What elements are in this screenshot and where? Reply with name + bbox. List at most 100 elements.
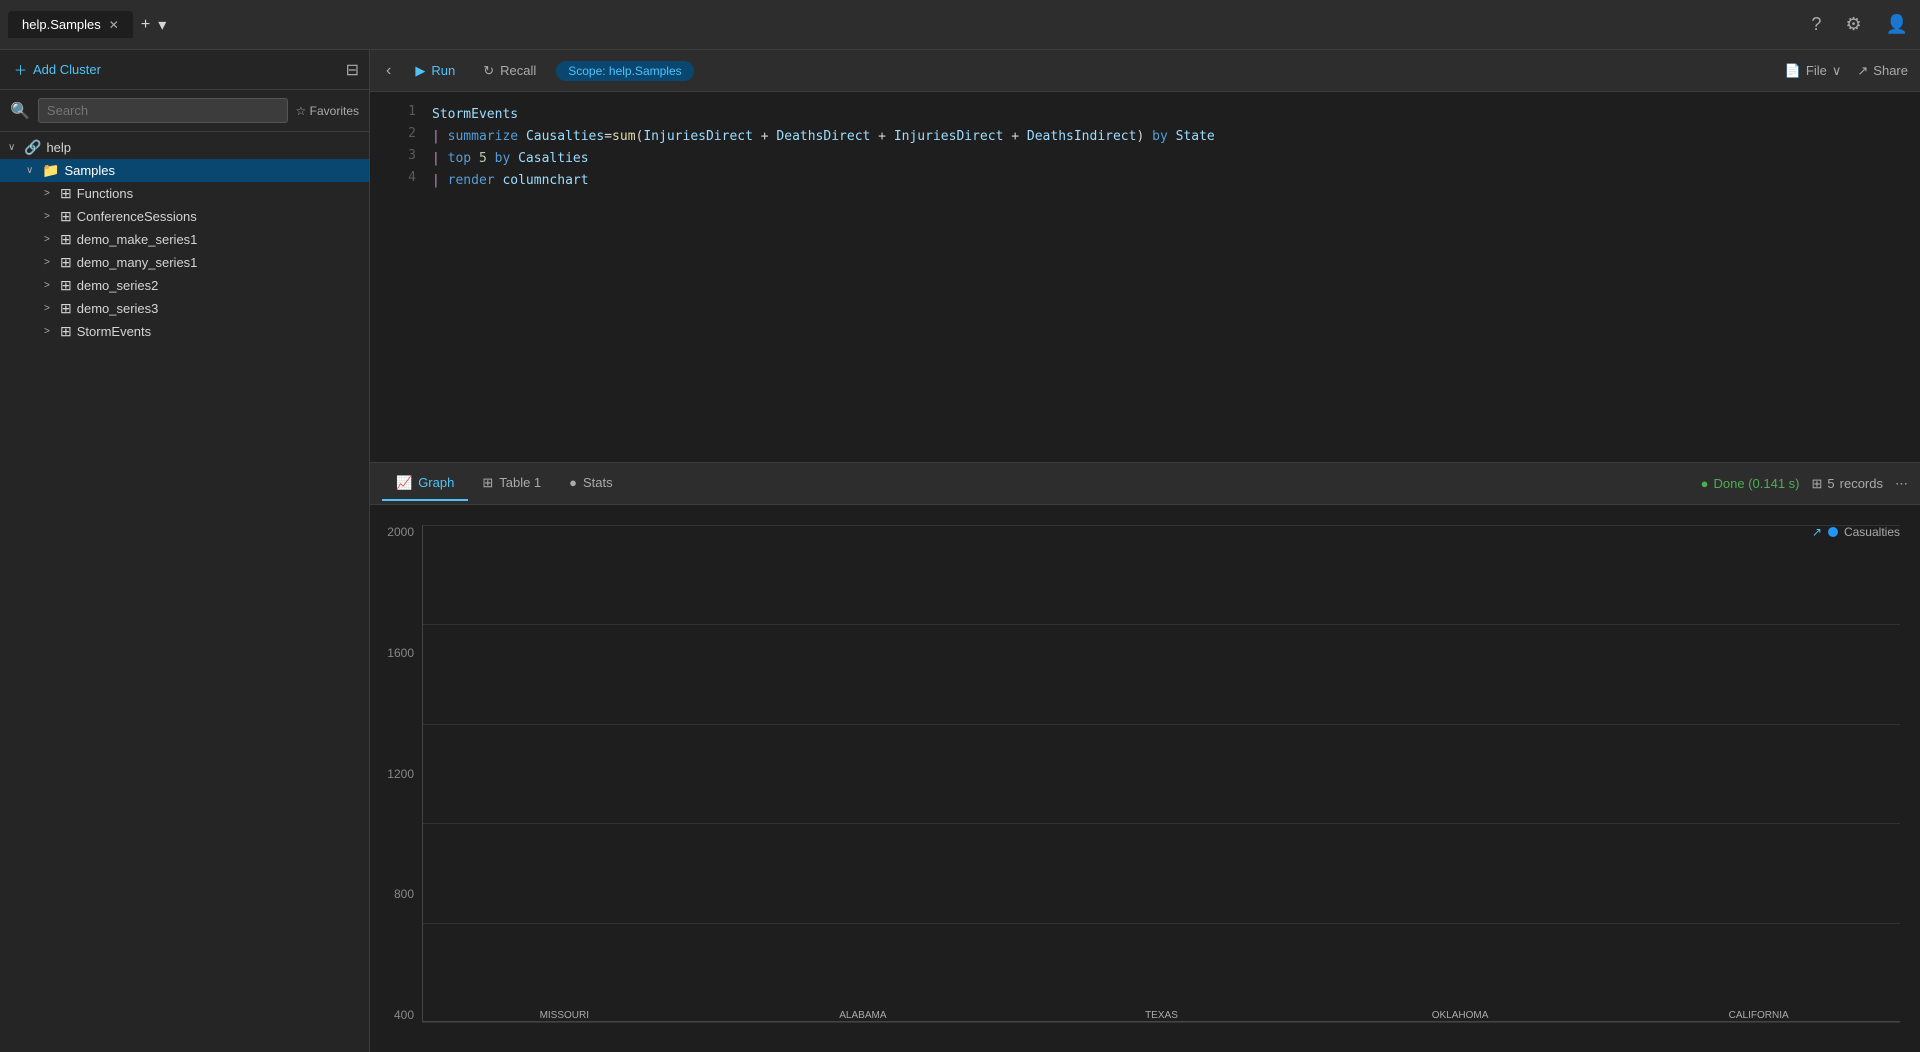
search-input[interactable] (38, 98, 288, 123)
tree-label: StormEvents (77, 324, 151, 339)
tree-icon: 🔗 (24, 139, 41, 156)
share-icon: ↗ (1857, 63, 1868, 79)
code-line: 1 StormEvents (370, 104, 1920, 126)
tree-label: help (46, 140, 71, 155)
bar-group-alabama: ALABAMA (722, 1006, 1005, 1021)
chevron-icon: > (44, 188, 60, 199)
tab-icon: ● (569, 475, 577, 490)
tree-label: ConferenceSessions (77, 209, 197, 224)
user-icon[interactable]: 👤 (1882, 10, 1912, 39)
code-editor[interactable]: 1 StormEvents 2 | summarize Causalties=sum(… (370, 92, 1920, 462)
code-line: 4 | render columnchart (370, 170, 1920, 192)
scope-pill[interactable]: Scope: help.Samples (556, 61, 693, 81)
bar-label: CALIFORNIA (1729, 1010, 1789, 1021)
code-content[interactable]: | summarize Causalties=sum(InjuriesDirec… (432, 126, 1215, 148)
tree-icon: ⊞ (60, 323, 72, 340)
tree-label: Samples (64, 163, 115, 178)
tree-label: demo_many_series1 (77, 255, 198, 270)
status-records: ⊞ 5 records (1812, 476, 1884, 492)
chevron-icon: > (44, 303, 60, 314)
tree-area: ∨ 🔗 help ∨ 📁 Samples > ⊞ Functions > ⊞ C… (0, 132, 369, 1052)
y-axis-label: 2000 (387, 525, 414, 539)
bar-group-texas: TEXAS (1020, 1006, 1303, 1021)
title-bar-actions: ? ⚙ 👤 (1807, 10, 1912, 39)
tree-item-help[interactable]: ∨ 🔗 help (0, 136, 369, 159)
records-grid-icon: ⊞ (1812, 476, 1823, 492)
search-bar: 🔍 ☆ Favorites (0, 90, 369, 132)
panel-layout-icon[interactable]: ⊟ (346, 60, 359, 80)
records-label: records (1840, 476, 1883, 491)
settings-icon[interactable]: ⚙ (1841, 10, 1865, 39)
results-more-icon[interactable]: ⋯ (1895, 476, 1908, 492)
chart-wrapper: ↗ Casualties 200016001200800400 MISSOURI… (370, 515, 1920, 1052)
favorites-label: ☆ Favorites (296, 104, 359, 118)
sidebar-header: ＋ Add Cluster ⊟ (0, 50, 369, 90)
status-done: ● Done (0.141 s) (1701, 476, 1800, 491)
active-tab[interactable]: help.Samples ✕ (8, 11, 133, 38)
tab-label: Table 1 (499, 475, 541, 490)
code-content[interactable]: | render columnchart (432, 170, 589, 192)
tree-item-demo_series2[interactable]: > ⊞ demo_series2 (0, 274, 369, 297)
tab-label: Stats (583, 475, 613, 490)
result-tab-graph[interactable]: 📈 Graph (382, 467, 468, 501)
back-button[interactable]: ‹ (382, 60, 395, 82)
chevron-icon: > (44, 211, 60, 222)
bar-label: TEXAS (1145, 1010, 1178, 1021)
toolbar-right: 📄 File ∨ ↗ Share (1785, 63, 1908, 79)
tree-item-demo_many_series1[interactable]: > ⊞ demo_many_series1 (0, 251, 369, 274)
recall-icon: ↻ (483, 63, 494, 79)
share-button[interactable]: ↗ Share (1857, 63, 1908, 79)
file-icon: 📄 (1785, 63, 1801, 79)
share-label: Share (1873, 63, 1908, 78)
run-label: Run (431, 63, 455, 78)
y-axis-label: 1600 (387, 646, 414, 660)
tree-item-stormEvents[interactable]: > ⊞ StormEvents (0, 320, 369, 343)
tab-label: Graph (418, 475, 454, 490)
line-number: 3 (386, 148, 416, 163)
sidebar: ＋ Add Cluster ⊟ 🔍 ☆ Favorites ∨ 🔗 help ∨… (0, 50, 370, 1052)
scope-label: Scope: help.Samples (568, 64, 681, 78)
code-content[interactable]: | top 5 by Casalties (432, 148, 589, 170)
y-axis-labels: 2000 1600 1200 800 400 (370, 525, 422, 1022)
bar-label: MISSOURI (540, 1010, 589, 1021)
tree-item-samples[interactable]: ∨ 📁 Samples (0, 159, 369, 182)
y-axis-label: 800 (394, 887, 414, 901)
code-line: 2 | summarize Causalties=sum(InjuriesDire… (370, 126, 1920, 148)
tree-item-functions[interactable]: > ⊞ Functions (0, 182, 369, 205)
new-tab-icon[interactable]: + (137, 12, 154, 38)
help-icon[interactable]: ? (1807, 10, 1825, 39)
line-number: 1 (386, 104, 416, 119)
line-number: 2 (386, 126, 416, 141)
tree-item-conferenceSessions[interactable]: > ⊞ ConferenceSessions (0, 205, 369, 228)
result-tab-table1[interactable]: ⊞Table 1 (468, 467, 555, 501)
line-number: 4 (386, 170, 416, 185)
tree-icon: ⊞ (60, 300, 72, 317)
y-axis-label: 400 (394, 1008, 414, 1022)
y-axis-label: 1200 (387, 767, 414, 781)
tab-icon: 📈 (396, 475, 412, 491)
recall-button[interactable]: ↻ Recall (475, 60, 544, 82)
file-chevron-icon: ∨ (1832, 63, 1842, 79)
bar-group-california: CALIFORNIA (1617, 1006, 1900, 1021)
bar-label: OKLAHOMA (1432, 1010, 1489, 1021)
code-content[interactable]: StormEvents (432, 104, 518, 126)
bar-group-missouri: MISSOURI (423, 1006, 706, 1021)
run-button[interactable]: ▶ Run (407, 60, 463, 82)
add-cluster-button[interactable]: ＋ Add Cluster (10, 58, 105, 81)
tab-label: help.Samples (22, 17, 101, 32)
tree-icon: ⊞ (60, 277, 72, 294)
result-tab-stats[interactable]: ● Stats (555, 467, 626, 500)
favorites-button[interactable]: ☆ Favorites (296, 104, 359, 118)
editor-area: ‹ ▶ Run ↻ Recall Scope: help.Samples 📄 F… (370, 50, 1920, 1052)
done-check-icon: ● (1701, 476, 1709, 491)
close-icon[interactable]: ✕ (109, 18, 119, 32)
tree-item-demo_series3[interactable]: > ⊞ demo_series3 (0, 297, 369, 320)
dropdown-icon[interactable]: ▾ (154, 11, 170, 39)
done-label: Done (0.141 s) (1714, 476, 1800, 491)
tree-label: demo_series2 (77, 278, 159, 293)
file-button[interactable]: 📄 File ∨ (1785, 63, 1842, 79)
tree-item-demo_make_series1[interactable]: > ⊞ demo_make_series1 (0, 228, 369, 251)
editor-toolbar: ‹ ▶ Run ↻ Recall Scope: help.Samples 📄 F… (370, 50, 1920, 92)
results-status: ● Done (0.141 s) ⊞ 5 records ⋯ (1701, 476, 1908, 492)
search-icon: 🔍 (10, 101, 30, 121)
